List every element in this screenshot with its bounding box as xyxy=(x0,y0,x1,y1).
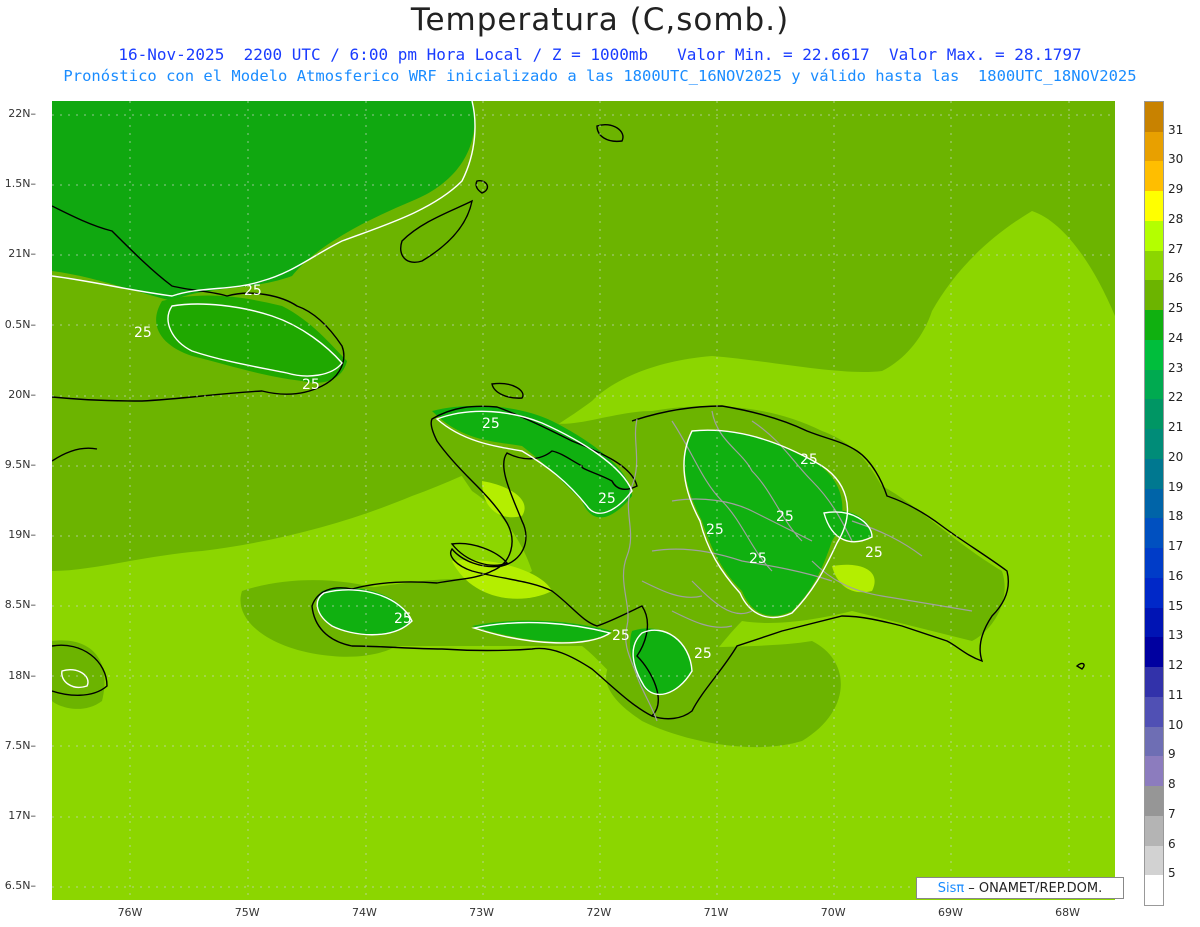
subtitle-model-info: Pronóstico con el Modelo Atmosferico WRF… xyxy=(63,67,1137,85)
longitude-label: 69W xyxy=(937,906,963,919)
longitude-label: 75W xyxy=(234,906,260,919)
legend-value-label: 24 xyxy=(1168,330,1184,345)
legend-swatch xyxy=(1145,786,1163,817)
legend-swatch xyxy=(1145,696,1163,728)
legend-swatch xyxy=(1145,250,1163,281)
legend-swatch xyxy=(1145,280,1163,311)
legend-swatch xyxy=(1145,310,1163,341)
legend-value-label: 25 xyxy=(1168,301,1184,316)
longitude-label: 76W xyxy=(117,906,143,919)
contour-label: 25 xyxy=(394,611,412,627)
legend-value-label: 26 xyxy=(1168,271,1184,286)
legend-value-label: 13 xyxy=(1168,628,1184,643)
map-canvas: 25 25 25 25 25 25 25 25 25 25 25 25 25 xyxy=(51,100,1115,900)
contour-label: 25 xyxy=(694,646,712,662)
latitude-label: 6.5N– xyxy=(4,879,36,893)
legend-value-label: 21 xyxy=(1168,420,1184,435)
credit-box: Sisπ – ONAMET/REP.DOM. xyxy=(916,877,1124,899)
legend-value-label: 10 xyxy=(1168,717,1184,732)
contour-label: 25 xyxy=(612,628,630,644)
legend-value-label: 15 xyxy=(1168,598,1184,613)
legend-value-label: 29 xyxy=(1168,182,1184,197)
latitude-label: 19N– xyxy=(8,528,36,542)
contour-label: 25 xyxy=(302,377,320,393)
legend-value-label: 12 xyxy=(1168,658,1184,673)
legend-value-label: 6 xyxy=(1168,836,1176,851)
longitude-label: 70W xyxy=(820,906,846,919)
legend-swatch xyxy=(1145,875,1163,906)
latitude-label: 0.5N– xyxy=(4,317,36,331)
legend-swatch xyxy=(1145,429,1163,460)
latitude-label: 22N– xyxy=(8,107,36,120)
legend-value-label: 22 xyxy=(1168,390,1184,405)
legend-value-label: 9 xyxy=(1168,747,1176,762)
contour-label: 25 xyxy=(865,545,883,561)
legend-value-label: 8 xyxy=(1168,777,1176,792)
legend-value-label: 20 xyxy=(1168,449,1184,464)
credit-text: – ONAMET/REP.DOM. xyxy=(968,880,1103,896)
latitude-label: 1.5N– xyxy=(4,177,36,191)
legend-value-label: 16 xyxy=(1168,568,1184,583)
legend-value-label: 19 xyxy=(1168,479,1184,494)
legend-swatch xyxy=(1145,577,1163,609)
latitude-label: 9.5N– xyxy=(4,458,36,471)
legend-swatch xyxy=(1145,191,1163,222)
latitude-label: 20N– xyxy=(8,387,36,401)
legend-swatch xyxy=(1145,667,1163,698)
contour-label: 25 xyxy=(244,283,262,299)
legend-swatch xyxy=(1145,518,1163,549)
legend-value-label: 27 xyxy=(1168,241,1184,256)
legend-value-label: 28 xyxy=(1168,211,1184,226)
longitude-label: 72W xyxy=(586,906,612,919)
contour-label: 25 xyxy=(482,416,500,432)
legend-swatch xyxy=(1145,369,1163,400)
map-title: Temperatura (C,somb.) xyxy=(410,2,790,38)
legend-value-label: 17 xyxy=(1168,539,1184,554)
contour-label: 25 xyxy=(598,491,616,507)
legend-swatch xyxy=(1145,131,1163,162)
longitude-label: 68W xyxy=(1055,906,1081,919)
legend-swatch xyxy=(1145,458,1163,490)
legend-swatch xyxy=(1145,845,1163,876)
legend-value-label: 7 xyxy=(1168,806,1176,821)
latitude-label: 8.5N– xyxy=(4,598,36,612)
longitude-label: 73W xyxy=(469,906,495,919)
legend-swatch xyxy=(1145,161,1163,192)
latitude-label: 21N– xyxy=(8,247,36,261)
legend-swatch xyxy=(1145,756,1163,787)
contour-label: 25 xyxy=(800,452,818,468)
color-legend xyxy=(1144,101,1164,906)
legend-swatch xyxy=(1145,339,1163,371)
longitude-label: 74W xyxy=(351,906,377,919)
legend-value-label: 5 xyxy=(1168,866,1176,881)
legend-swatch xyxy=(1145,637,1163,668)
latitude-label: 7.5N– xyxy=(4,738,36,752)
legend-swatch xyxy=(1145,102,1163,133)
legend-swatch xyxy=(1145,607,1163,638)
sispi-logo: Sisπ xyxy=(937,880,965,896)
legend-swatch xyxy=(1145,548,1163,579)
contour-label: 25 xyxy=(134,325,152,341)
legend-swatch xyxy=(1145,220,1163,252)
legend-value-label: 31 xyxy=(1168,122,1184,137)
latitude-label: 17N– xyxy=(8,809,36,822)
legend-value-label: 11 xyxy=(1168,687,1184,702)
contour-label: 25 xyxy=(749,551,767,567)
legend-value-label: 30 xyxy=(1168,152,1184,167)
legend-swatch xyxy=(1145,815,1163,846)
legend-swatch xyxy=(1145,726,1163,757)
latitude-label: 18N– xyxy=(8,668,36,682)
legend-value-label: 23 xyxy=(1168,360,1184,375)
legend-value-label: 18 xyxy=(1168,509,1184,524)
subtitle-run-info: 16-Nov-2025 2200 UTC / 6:00 pm Hora Loca… xyxy=(118,45,1082,64)
contour-label: 25 xyxy=(776,509,794,525)
legend-swatch xyxy=(1145,399,1163,430)
legend-swatch xyxy=(1145,488,1163,519)
temperature-map: 25 25 25 25 25 25 25 25 25 25 25 25 25 xyxy=(51,100,1115,900)
longitude-label: 71W xyxy=(703,906,729,919)
